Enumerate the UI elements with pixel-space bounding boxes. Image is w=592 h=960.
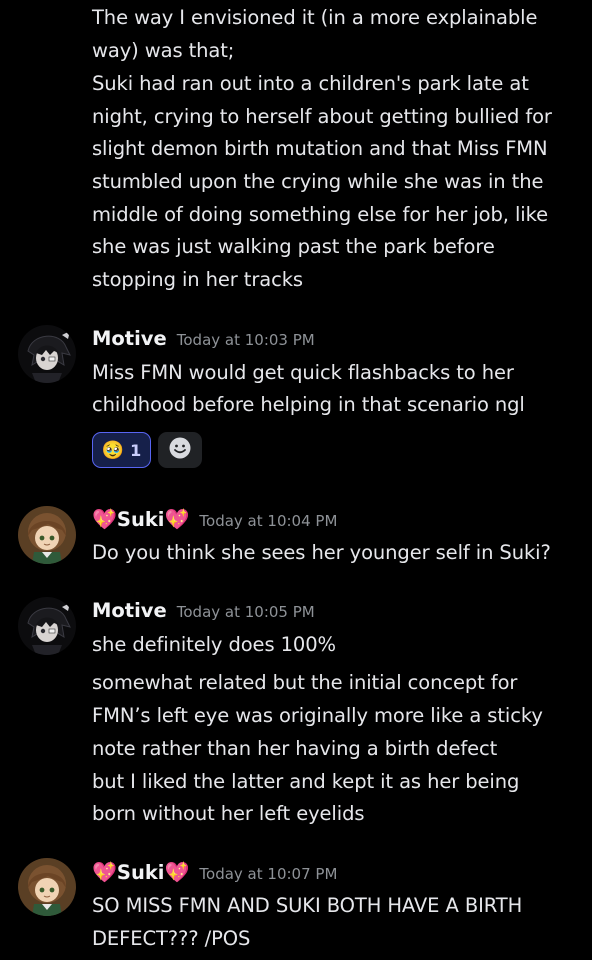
avatar-motive[interactable] [18, 325, 76, 383]
message-line: night, crying to herself about getting b… [92, 105, 552, 128]
message-timestamp[interactable]: Today at 10:07 PM [199, 865, 337, 883]
heart-emoji-icon: 💖 [164, 860, 190, 884]
heart-emoji-icon: 💖 [164, 507, 190, 531]
message-header: Motive Today at 10:03 PM [92, 327, 315, 357]
author-name[interactable]: Motive [92, 599, 167, 622]
message-line: somewhat related but the initial concept… [92, 671, 518, 694]
message-line: Suki had ran out into a children's park … [92, 72, 529, 95]
message-line: way) was that; [92, 39, 235, 62]
add-reaction-button[interactable] [158, 432, 202, 468]
message-line: but I liked the latter and kept it as he… [92, 770, 520, 793]
heart-emoji-icon: 💖 [92, 860, 117, 884]
add-reaction-smiley-icon [168, 436, 192, 464]
message-line: note rather than her having a birth defe… [92, 737, 498, 760]
author-name[interactable]: Motive [92, 327, 167, 350]
message-line: The way I envisioned it (in a more expla… [92, 6, 538, 29]
avatar-suki[interactable] [18, 858, 76, 916]
message-line: middle of doing something else for her j… [92, 203, 548, 226]
message-line: Do you think she sees her younger self i… [92, 541, 551, 564]
author-name[interactable]: Suki [117, 508, 165, 531]
pleading-face-icon: 🥹 [101, 439, 125, 461]
avatar-suki[interactable] [18, 506, 76, 564]
message-line: childhood before helping in that scenari… [92, 393, 525, 416]
message-line: Miss FMN would get quick flashbacks to h… [92, 361, 514, 384]
message-line: slight demon birth mutation and that Mis… [92, 137, 548, 160]
message-header: 💖 Suki 💖 Today at 10:07 PM [92, 860, 337, 890]
message-line: born without her left eyelids [92, 802, 365, 825]
message-line: stumbled upon the crying while she was i… [92, 170, 544, 193]
message-header: Motive Today at 10:05 PM [92, 599, 315, 629]
message-header: 💖 Suki 💖 Today at 10:04 PM [92, 507, 337, 537]
message-line: DEFECT??? /POS [92, 927, 251, 950]
message-line: stopping in her tracks [92, 268, 303, 291]
avatar-motive[interactable] [18, 597, 76, 655]
message-line: she definitely does 100% [92, 633, 336, 656]
message-timestamp[interactable]: Today at 10:04 PM [199, 512, 337, 530]
message-line: SO MISS FMN AND SUKI BOTH HAVE A BIRTH [92, 894, 523, 917]
message-line: she was just walking past the park befor… [92, 235, 495, 258]
message-timestamp[interactable]: Today at 10:03 PM [177, 331, 315, 349]
heart-emoji-icon: 💖 [92, 507, 117, 531]
reaction-pleading-face[interactable]: 🥹 1 [92, 432, 151, 468]
author-name[interactable]: Suki [117, 861, 165, 884]
message-timestamp[interactable]: Today at 10:05 PM [177, 603, 315, 621]
reaction-count: 1 [130, 440, 142, 460]
message-line: FMN’s left eye was originally more like … [92, 704, 543, 727]
